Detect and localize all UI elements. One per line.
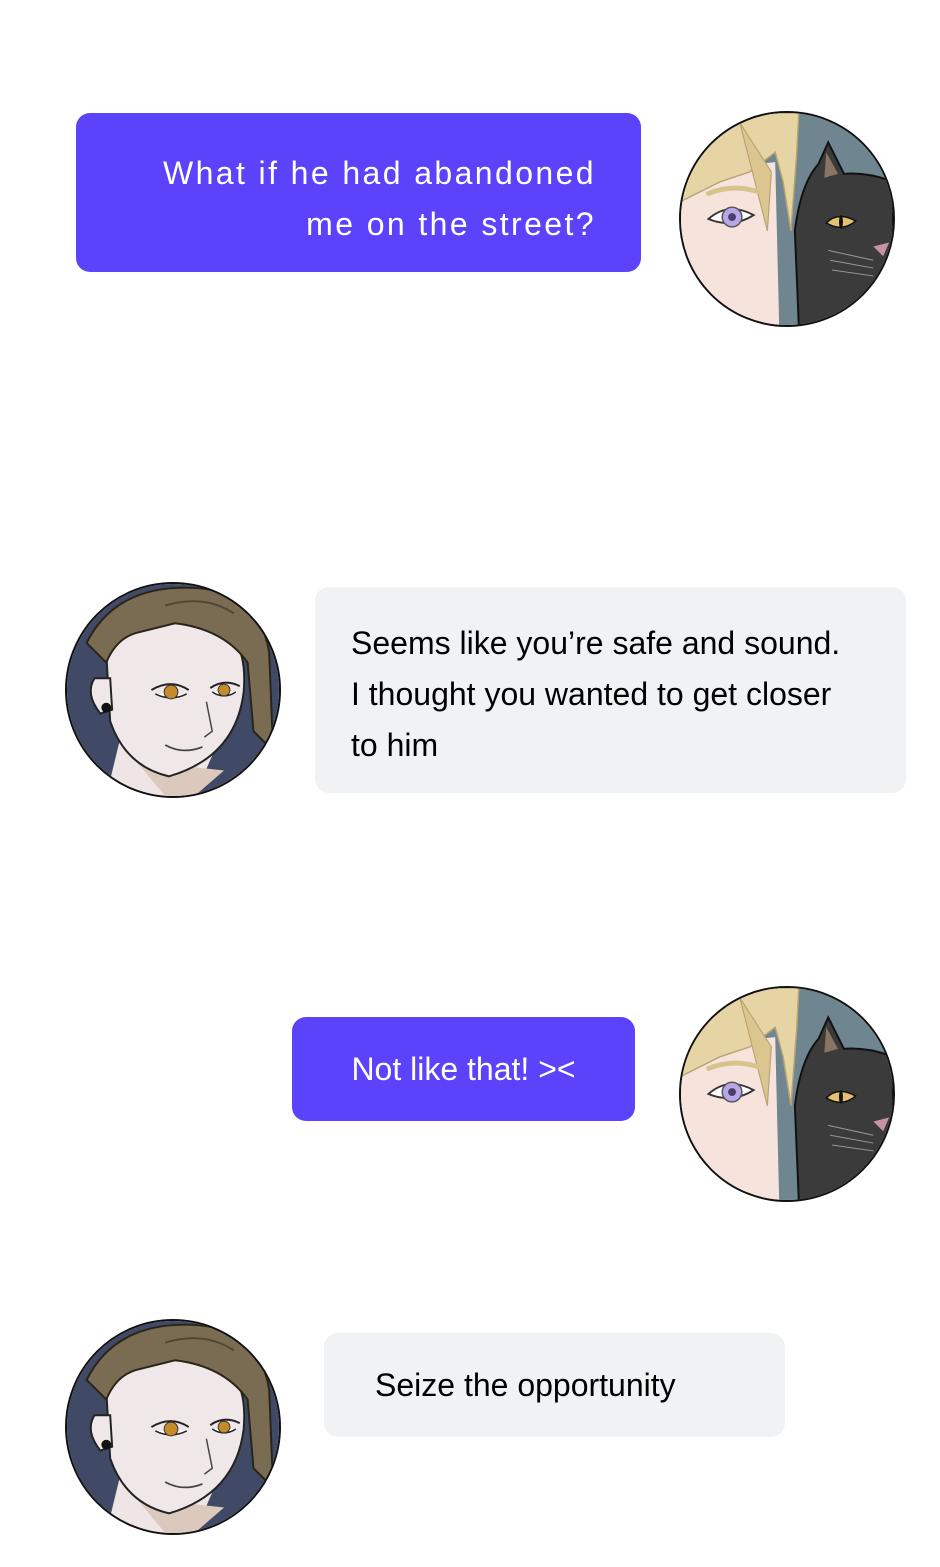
message-text-line: to him	[351, 727, 439, 763]
message-text-line: Seems like you’re safe and sound.	[351, 625, 841, 661]
brown-haired-man-avatar[interactable]	[65, 1319, 281, 1535]
message-text-line: Seize the opportunity	[375, 1367, 676, 1403]
message-text-line: me on the street?	[306, 206, 596, 242]
blonde-with-black-cat-avatar[interactable]	[679, 111, 895, 327]
outgoing-message-bubble: What if he had abandoned me on the stree…	[76, 113, 641, 272]
message-text-line: I thought you wanted to get closer	[351, 676, 832, 712]
message-text-line: What if he had abandoned	[162, 155, 596, 191]
incoming-message-bubble: Seize the opportunity	[324, 1333, 785, 1437]
brown-haired-man-avatar[interactable]	[65, 582, 281, 798]
outgoing-message-bubble: Not like that! ><	[292, 1017, 635, 1121]
message-text-line: Not like that! ><	[351, 1051, 576, 1087]
incoming-message-bubble: Seems like you’re safe and sound. I thou…	[315, 587, 906, 793]
blonde-with-black-cat-avatar[interactable]	[679, 986, 895, 1202]
